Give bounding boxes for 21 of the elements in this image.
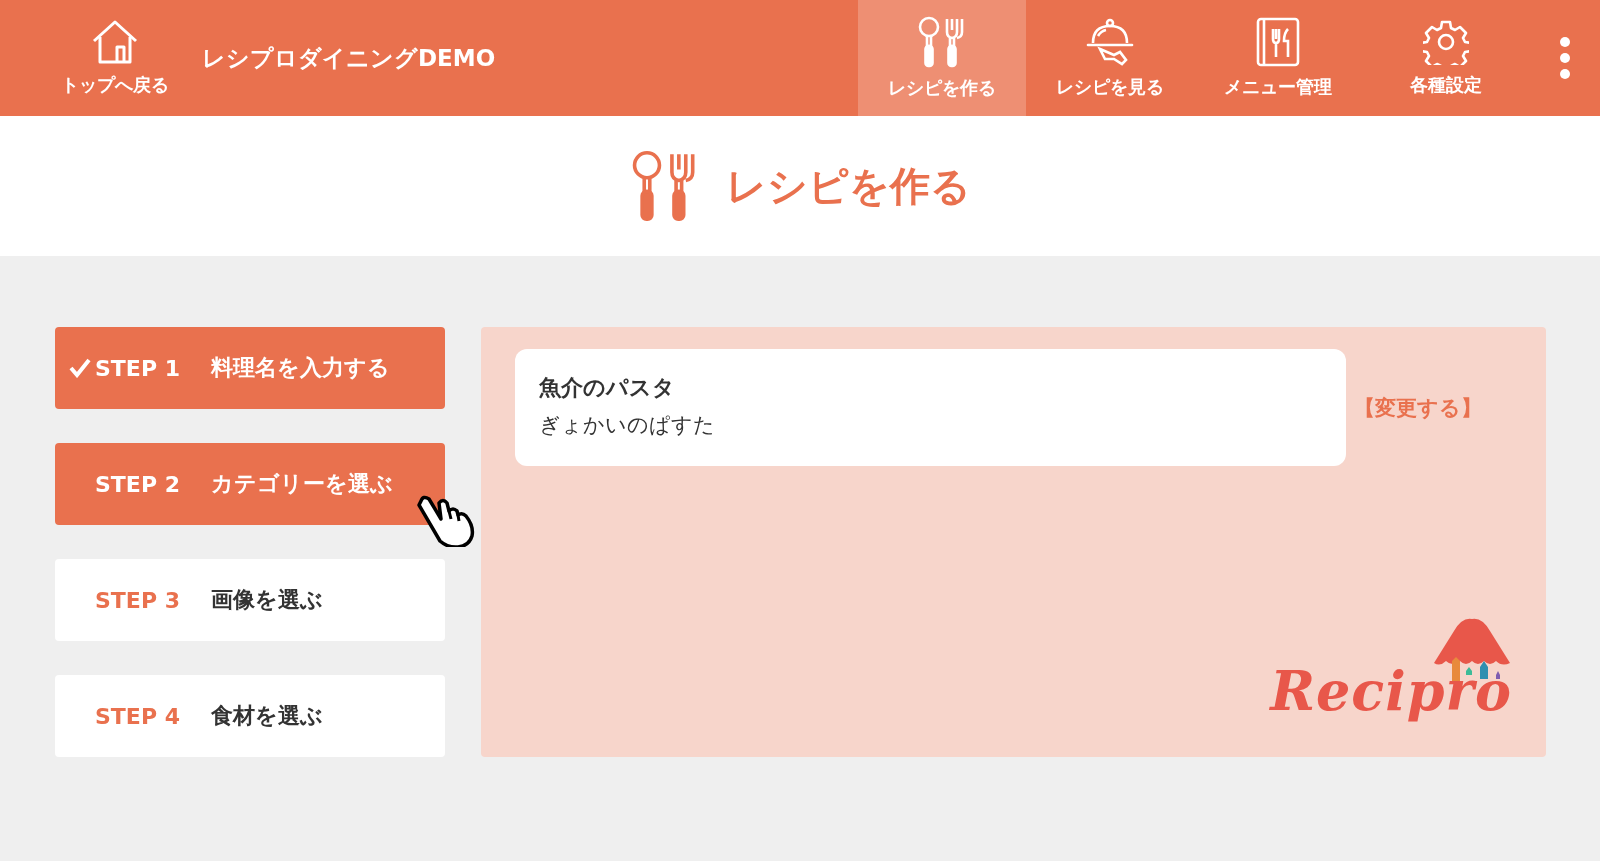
cloche-icon: [1086, 17, 1134, 67]
logo-text: Recipro: [1270, 659, 1512, 723]
page-title: レシピを作る: [725, 161, 971, 211]
nav-tab[interactable]: メニュー管理: [1194, 0, 1362, 116]
step-button[interactable]: STEP 2 カテゴリーを選ぶ: [55, 443, 445, 525]
step-button[interactable]: STEP 1 料理名を入力する: [55, 327, 445, 409]
dish-reading: ぎょかいのぱすた: [539, 412, 716, 439]
check-icon: [69, 358, 91, 378]
home-button[interactable]: トップへ戻る: [54, 0, 176, 116]
step-button[interactable]: STEP 4 食材を選ぶ: [55, 675, 445, 757]
change-link[interactable]: 【変更する】: [1354, 393, 1482, 422]
menu-book-icon: [1256, 17, 1300, 67]
nav-tab[interactable]: レシピを見る: [1026, 0, 1194, 116]
settings-icon: [1423, 19, 1469, 65]
nav-tab[interactable]: レシピを作る: [858, 0, 1026, 116]
app-title: レシプロダイニングDEMO: [202, 43, 497, 73]
nav-tab[interactable]: 各種設定: [1362, 0, 1530, 116]
home-icon: [91, 19, 139, 65]
dish-name: 魚介のパスタ: [539, 374, 676, 402]
step-button[interactable]: STEP 3 画像を選ぶ: [55, 559, 445, 641]
more-menu-icon[interactable]: [1559, 36, 1571, 80]
